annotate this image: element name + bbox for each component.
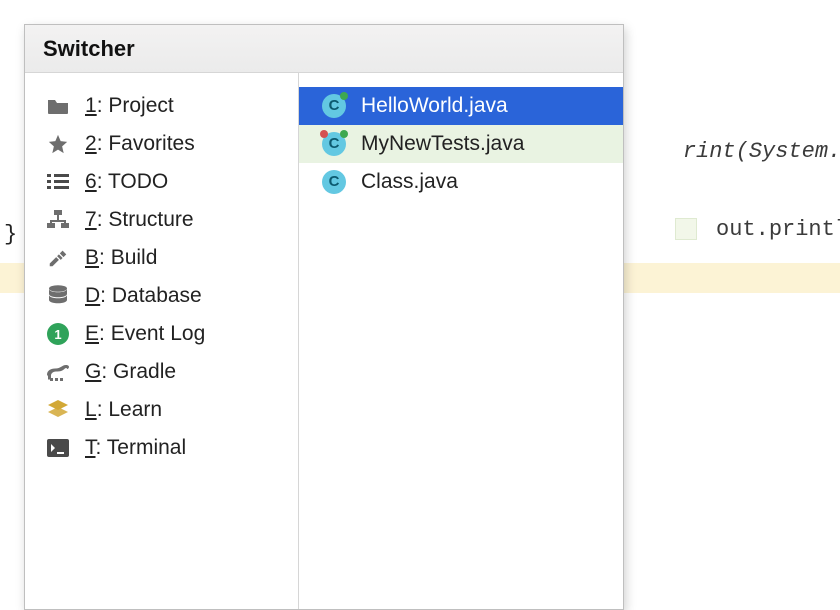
database-icon [45,283,71,309]
star-icon [45,131,71,157]
todo-list-icon [45,169,71,195]
tool-item-learn[interactable]: L: Learn [25,391,298,429]
tool-item-todo[interactable]: 6: TODO [25,163,298,201]
tool-item-project[interactable]: 1: Project [25,87,298,125]
file-item-helloworld[interactable]: HelloWorld.java [299,87,623,125]
tool-item-build[interactable]: B: Build [25,239,298,277]
tool-item-gradle[interactable]: G: Gradle [25,353,298,391]
tool-item-terminal[interactable]: T: Terminal [25,429,298,467]
switcher-tool-windows: 1: Project 2: Favorites [25,73,299,609]
file-item-mynewtests[interactable]: MyNewTests.java [299,125,623,163]
switcher-body: 1: Project 2: Favorites [25,73,623,609]
gutter-marker [675,218,697,240]
tool-item-structure[interactable]: 7: Structure [25,201,298,239]
tool-item-favorites[interactable]: 2: Favorites [25,125,298,163]
terminal-icon [45,435,71,461]
event-log-badge-icon: 1 [45,321,71,347]
java-class-icon [321,169,347,195]
structure-icon [45,207,71,233]
hammer-icon [45,245,71,271]
file-item-class[interactable]: Class.java [299,163,623,201]
code-fragment-println: out.println(" [622,192,840,267]
tool-item-database[interactable]: D: Database [25,277,298,315]
switcher-popup: Switcher 1: Project 2: Favorites [24,24,624,610]
gradle-elephant-icon [45,359,71,385]
switcher-open-files: HelloWorld.java MyNewTests.java Class.ja… [299,73,623,609]
code-fragment-print: rint(System.out [630,114,840,189]
learn-chevrons-icon [45,397,71,423]
code-brace: } [4,222,17,247]
java-class-icon [321,131,347,157]
switcher-title: Switcher [25,25,623,73]
folder-icon [45,93,71,119]
java-class-icon [321,93,347,119]
tool-item-event-log[interactable]: 1 E: Event Log [25,315,298,353]
